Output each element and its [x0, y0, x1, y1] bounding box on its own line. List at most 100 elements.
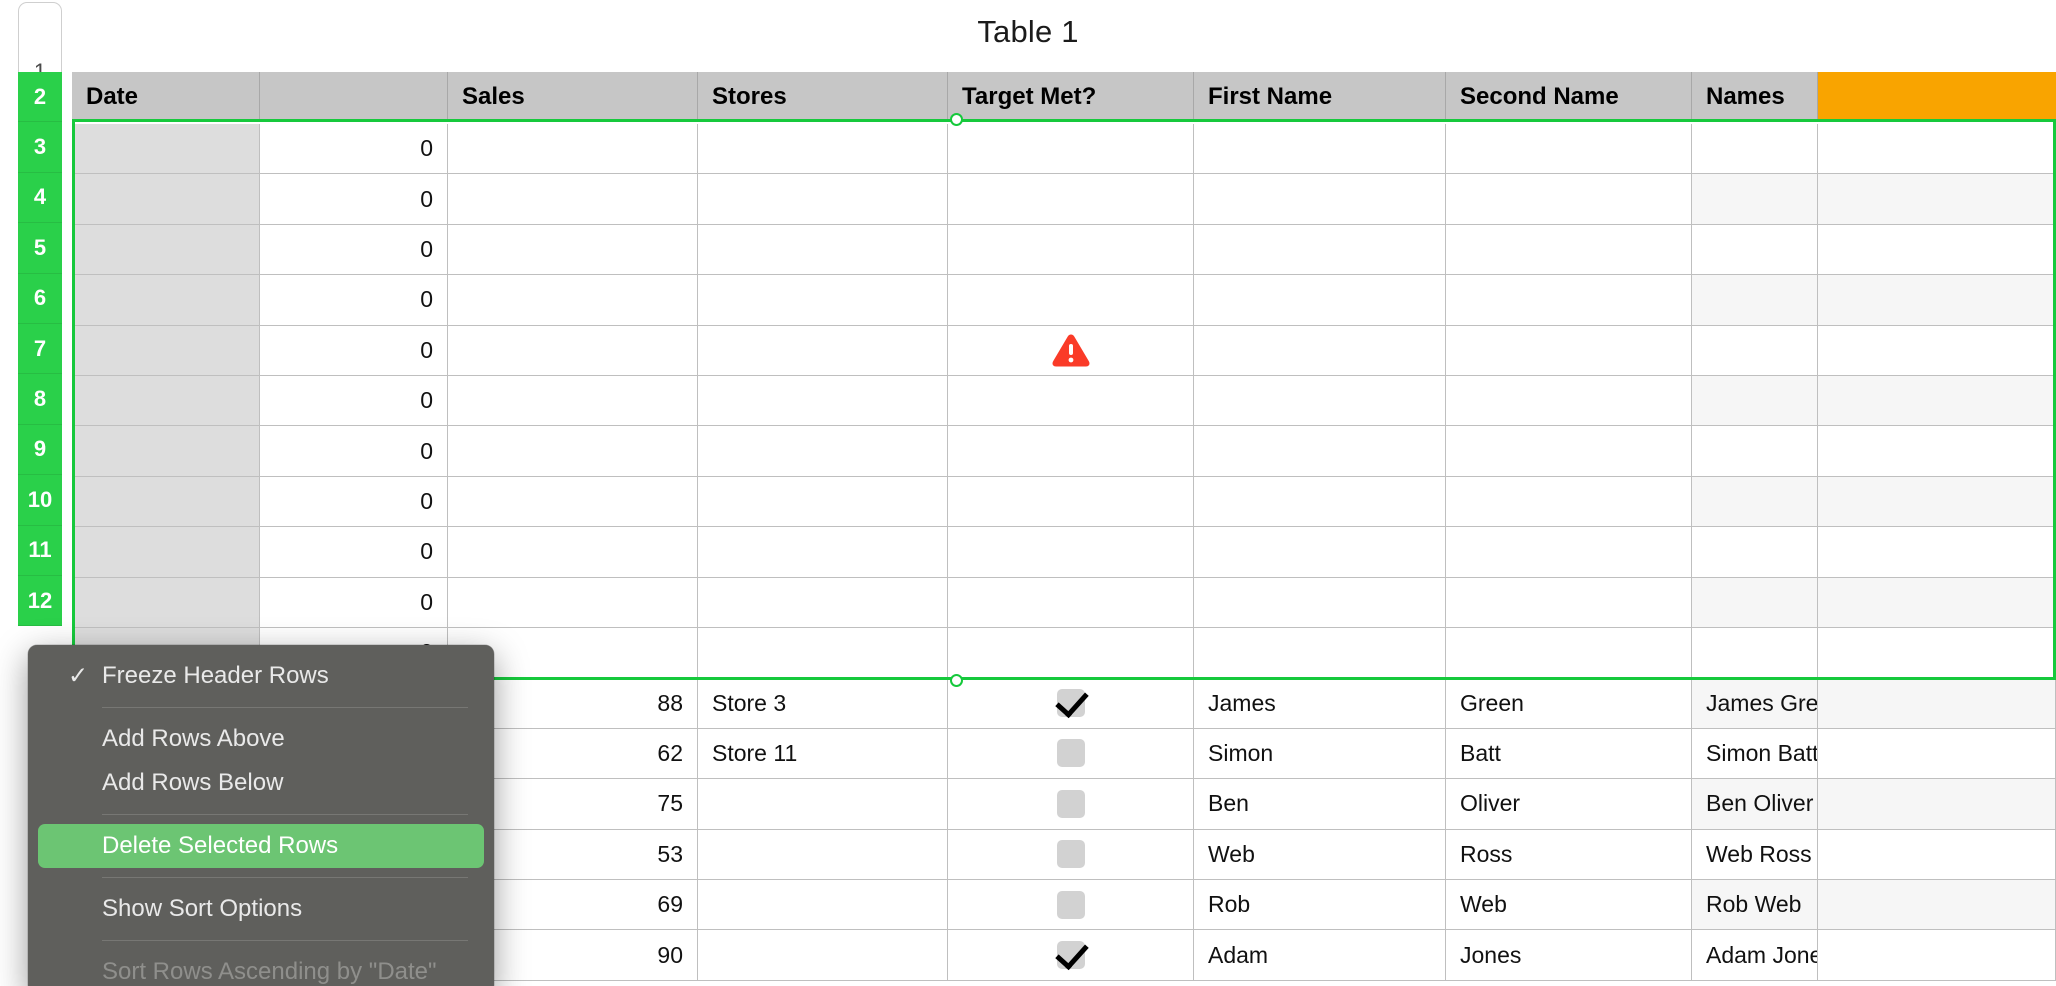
cell-names[interactable]: Web Ross [1692, 829, 1818, 880]
cell-target-met[interactable] [948, 829, 1194, 880]
cell-names[interactable] [1692, 476, 1818, 528]
row-header-5[interactable]: 5 [18, 223, 62, 274]
cell-stores[interactable] [698, 124, 948, 175]
cell-extra[interactable] [1818, 930, 2056, 981]
cell-stores[interactable] [698, 275, 948, 326]
cell-extra[interactable] [1818, 880, 2056, 931]
table-row[interactable]: 0 [72, 476, 2056, 528]
cell-extra[interactable] [1818, 728, 2056, 780]
cell-extra[interactable] [1818, 527, 2056, 578]
cell-target-met[interactable] [948, 678, 1194, 729]
row-header-2[interactable]: 2 [18, 72, 62, 123]
cell-stores[interactable] [698, 577, 948, 628]
cell-first-name[interactable]: Simon [1194, 728, 1446, 780]
cell-blank[interactable]: 0 [260, 124, 448, 175]
table-row[interactable]: 0 [72, 325, 2056, 376]
cell-sales[interactable] [448, 124, 698, 175]
cell-target-met[interactable] [948, 275, 1194, 326]
menu-item-add-rows-below[interactable]: Add Rows Below [28, 761, 494, 805]
cell-target-met[interactable] [948, 728, 1194, 780]
cell-first-name[interactable] [1194, 577, 1446, 628]
menu-item-add-rows-above[interactable]: Add Rows Above [28, 717, 494, 761]
cell-first-name[interactable]: Web [1194, 829, 1446, 880]
row-header-10[interactable]: 10 [18, 475, 62, 526]
cell-second-name[interactable]: Ross [1446, 829, 1692, 880]
menu-item-sort-rows-ascending-by-date[interactable]: Sort Rows Ascending by "Date" [28, 950, 494, 986]
cell-target-met[interactable] [948, 527, 1194, 578]
checkbox-unchecked-icon[interactable] [1056, 739, 1085, 768]
cell-sales[interactable] [448, 527, 698, 578]
cell-names[interactable] [1692, 577, 1818, 628]
table-row[interactable]: 0 [72, 376, 2056, 427]
cell-target-met[interactable] [948, 124, 1194, 175]
cell-sales[interactable] [448, 325, 698, 376]
cell-extra[interactable] [1818, 174, 2056, 225]
cell-first-name[interactable]: Ben [1194, 779, 1446, 830]
cell-sales[interactable] [448, 275, 698, 326]
column-header-names[interactable]: Names [1692, 72, 1818, 121]
column-header-date[interactable]: Date [72, 72, 260, 121]
cell-sales[interactable] [448, 376, 698, 427]
cell-second-name[interactable] [1446, 376, 1692, 427]
table-row[interactable]: 0 [72, 275, 2056, 326]
cell-stores[interactable] [698, 224, 948, 276]
cell-target-met[interactable] [948, 376, 1194, 427]
cell-target-met[interactable] [948, 224, 1194, 276]
cell-first-name[interactable] [1194, 426, 1446, 477]
column-header-stores[interactable]: Stores [698, 72, 948, 121]
cell-names[interactable] [1692, 527, 1818, 578]
cell-stores[interactable] [698, 325, 948, 376]
cell-target-met[interactable] [948, 476, 1194, 528]
column-header-second-name[interactable]: Second Name [1446, 72, 1692, 121]
cell-names[interactable] [1692, 628, 1818, 679]
cell-names[interactable]: James Green [1692, 678, 1818, 729]
row-header-4[interactable]: 4 [18, 172, 62, 224]
cell-second-name[interactable] [1446, 275, 1692, 326]
cell-blank[interactable]: 0 [260, 224, 448, 276]
cell-names[interactable] [1692, 426, 1818, 477]
table-row[interactable]: 0 [72, 527, 2056, 578]
cell-date[interactable] [72, 174, 260, 225]
cell-stores[interactable] [698, 174, 948, 225]
cell-second-name[interactable] [1446, 224, 1692, 276]
cell-extra[interactable] [1818, 628, 2056, 679]
cell-second-name[interactable] [1446, 577, 1692, 628]
cell-names[interactable] [1692, 325, 1818, 376]
cell-date[interactable] [72, 476, 260, 528]
menu-item-freeze-header-rows[interactable]: ✓ Freeze Header Rows [28, 654, 494, 698]
cell-extra[interactable] [1818, 779, 2056, 830]
cell-names[interactable]: Ben Oliver [1692, 779, 1818, 830]
cell-first-name[interactable]: Rob [1194, 880, 1446, 931]
row-header-6[interactable]: 6 [18, 273, 62, 324]
cell-first-name[interactable] [1194, 325, 1446, 376]
cell-date[interactable] [72, 224, 260, 276]
cell-extra[interactable] [1818, 829, 2056, 880]
table-row[interactable]: 0 [72, 224, 2056, 276]
cell-first-name[interactable] [1194, 476, 1446, 528]
cell-blank[interactable]: 0 [260, 527, 448, 578]
cell-second-name[interactable]: Jones [1446, 930, 1692, 981]
cell-second-name[interactable] [1446, 325, 1692, 376]
cell-first-name[interactable] [1194, 527, 1446, 578]
cell-second-name[interactable]: Batt [1446, 728, 1692, 780]
cell-second-name[interactable]: Web [1446, 880, 1692, 931]
checkbox-unchecked-icon[interactable] [1056, 890, 1085, 919]
checkbox-checked-icon[interactable] [1056, 689, 1085, 718]
cell-date[interactable] [72, 426, 260, 477]
cell-target-met[interactable] [948, 779, 1194, 830]
cell-second-name[interactable] [1446, 628, 1692, 679]
column-header-target-met[interactable]: Target Met? [948, 72, 1194, 121]
cell-sales[interactable] [448, 476, 698, 528]
cell-blank[interactable]: 0 [260, 174, 448, 225]
cell-extra[interactable] [1818, 426, 2056, 477]
cell-date[interactable] [72, 275, 260, 326]
cell-names[interactable]: Rob Web [1692, 880, 1818, 931]
cell-names[interactable] [1692, 124, 1818, 175]
cell-stores[interactable] [698, 930, 948, 981]
row-context-menu[interactable]: ✓ Freeze Header Rows Add Rows Above Add Row… [28, 645, 494, 986]
cell-target-met[interactable] [948, 426, 1194, 477]
cell-sales[interactable] [448, 577, 698, 628]
table-row[interactable]: 0 [72, 174, 2056, 225]
cell-target-met[interactable] [948, 930, 1194, 981]
cell-first-name[interactable] [1194, 124, 1446, 175]
